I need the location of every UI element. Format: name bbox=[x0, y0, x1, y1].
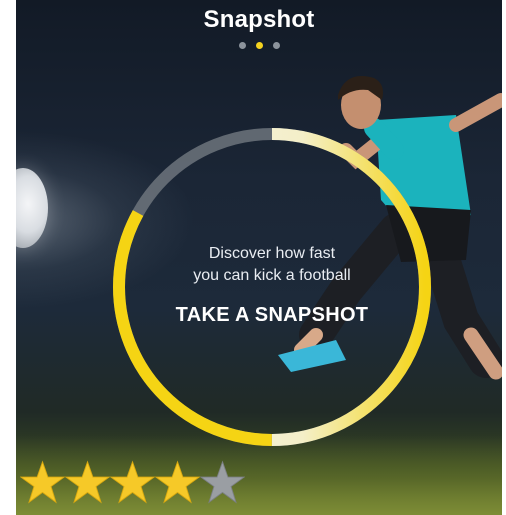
star-icon-3 bbox=[110, 460, 155, 505]
prompt-text: Discover how fast you can kick a footbal… bbox=[16, 243, 502, 287]
snapshot-screen: Snapshot Discover how fast you can kick … bbox=[16, 0, 502, 515]
prompt-line-1: Discover how fast bbox=[208, 245, 336, 262]
star-rating bbox=[20, 460, 245, 505]
take-snapshot-button[interactable]: TAKE A SNAPSHOT bbox=[16, 304, 502, 327]
prompt-line-2: you can kick a football bbox=[193, 267, 351, 284]
star-icon-2 bbox=[65, 460, 110, 505]
star-icon-1 bbox=[20, 460, 65, 505]
star-icon-5 bbox=[200, 460, 245, 505]
star-icon-4 bbox=[155, 460, 200, 505]
